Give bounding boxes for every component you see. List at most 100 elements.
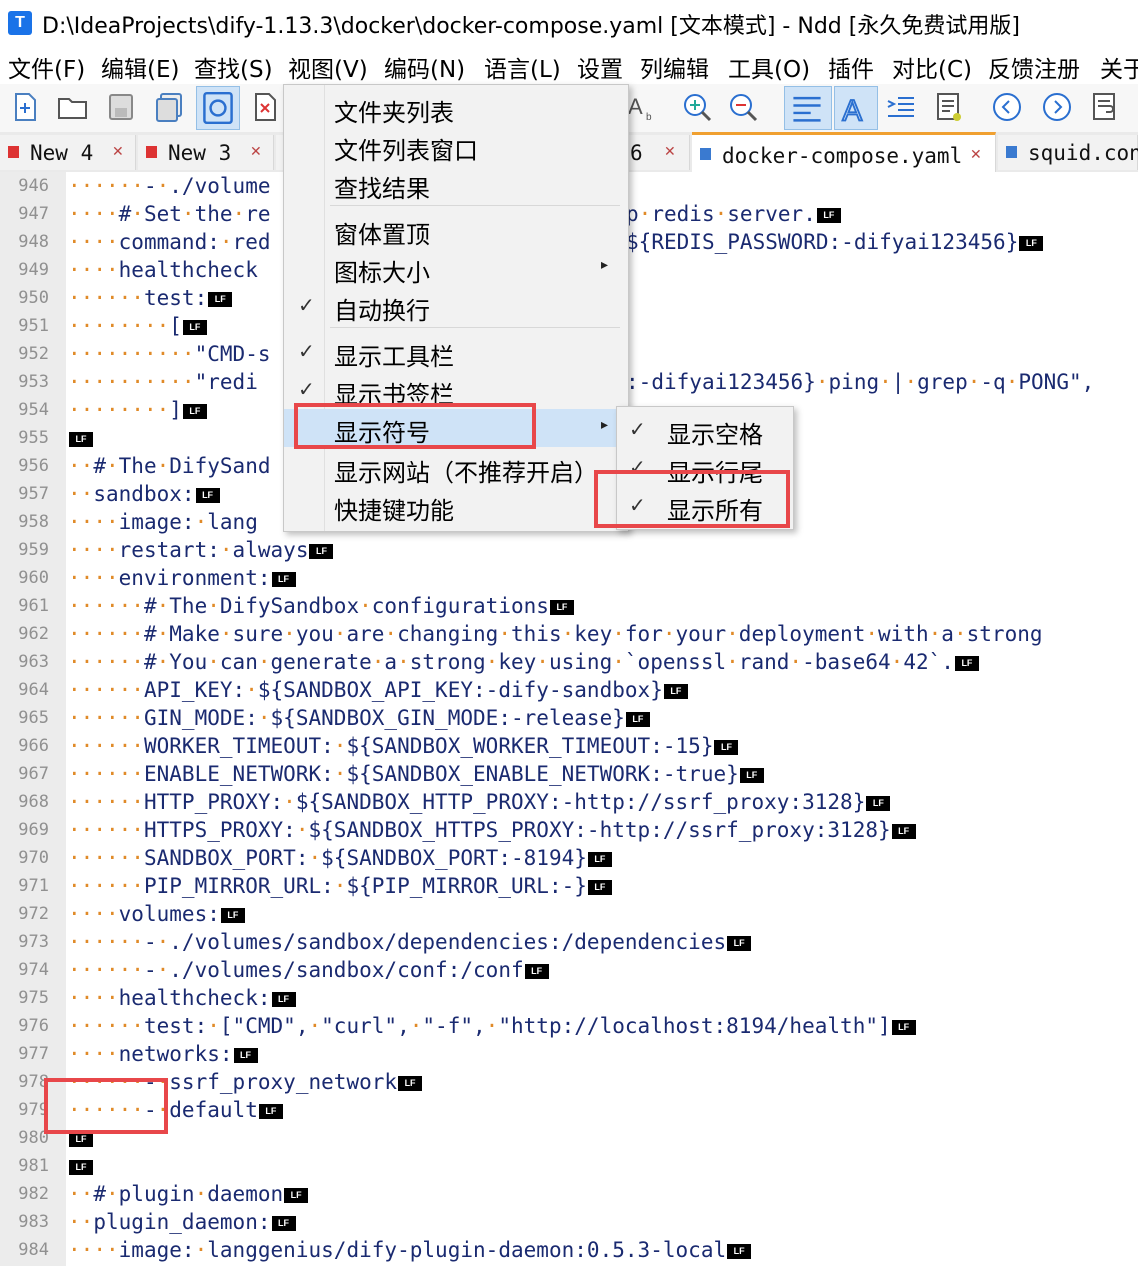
menu-tools[interactable]: 工具(O)	[728, 50, 810, 84]
code-text: ··sandbox:	[68, 482, 195, 506]
menu-item-find-results[interactable]: 查找结果	[284, 165, 628, 203]
line-number: 956	[18, 456, 49, 476]
menu-item-auto-wrap[interactable]: ✓ 自动换行	[284, 287, 628, 325]
menu-separator	[330, 327, 620, 328]
close-file-icon[interactable]	[248, 90, 282, 124]
word-wrap-icon[interactable]	[784, 86, 832, 130]
menu-about[interactable]: 关于	[1100, 50, 1138, 84]
code-line: ······-·./volumes/sandbox/conf:/conf LF	[68, 956, 549, 984]
close-icon[interactable]: ✕	[664, 144, 676, 160]
code-line: ······SANDBOX_PORT:·${SANDBOX_PORT:-8194…	[68, 844, 612, 872]
line-number: 957	[18, 484, 49, 504]
menu-file[interactable]: 文件(F)	[8, 50, 85, 84]
code-text: ····image:·langgenius/dify-plugin-daemon…	[68, 1238, 727, 1262]
menu-compare[interactable]: 对比(C)	[892, 50, 972, 84]
menu-item-window-on-top[interactable]: 窗体置顶	[284, 211, 628, 249]
menu-separator	[330, 205, 620, 206]
code-text: ····restart:·always	[68, 538, 309, 562]
menu-find[interactable]: 查找(S)	[194, 50, 273, 84]
code-line: ····restart:·always LF	[68, 536, 334, 564]
tab-label: 6	[630, 141, 643, 165]
menu-plugins[interactable]: 插件	[828, 50, 874, 84]
line-number: 974	[18, 960, 49, 980]
menu-item-label: 显示工具栏	[334, 343, 454, 371]
code-text: ········]	[68, 398, 182, 422]
tab-label: New 3	[168, 141, 232, 165]
line-number: 962	[18, 624, 49, 644]
line-number: 983	[18, 1212, 49, 1232]
line-feed-symbol: LF	[182, 319, 207, 335]
menu-item-show-toolbar[interactable]: ✓ 显示工具栏	[284, 333, 628, 371]
code-line: ······HTTPS_PROXY:·${SANDBOX_HTTPS_PROXY…	[68, 816, 916, 844]
code-line: ······#·Make·sure·you·are·changing·this·…	[68, 620, 1043, 648]
code-text: ······ENABLE_NETWORK:·${SANDBOX_ENABLE_N…	[68, 762, 739, 786]
new-file-icon[interactable]	[8, 90, 42, 124]
close-icon[interactable]: ✕	[112, 144, 124, 160]
menu-item-file-list-window[interactable]: 文件列表窗口	[284, 127, 628, 165]
show-symbols-icon[interactable]: A	[834, 86, 878, 130]
line-number: 960	[18, 568, 49, 588]
line-number: 968	[18, 792, 49, 812]
save-icon[interactable]	[104, 90, 138, 124]
line-feed-symbol: LF	[233, 1047, 258, 1063]
tab-docker-compose[interactable]: docker-compose.yaml ✕	[692, 132, 996, 172]
nav-back-icon[interactable]	[990, 90, 1024, 124]
menu-item-icon-size[interactable]: 图标大小 ▸	[284, 249, 628, 287]
menu-edit[interactable]: 编辑(E)	[101, 50, 179, 84]
line-feed-symbol: LF	[739, 767, 764, 783]
line-number: 969	[18, 820, 49, 840]
code-text: ··plugin_daemon:	[68, 1210, 271, 1234]
line-number: 961	[18, 596, 49, 616]
code-line: ··········"CMD-s	[68, 340, 271, 368]
menu-encoding[interactable]: 编码(N)	[384, 50, 465, 84]
tab-new-4[interactable]: New 4 ✕	[0, 135, 136, 170]
close-icon[interactable]: ✕	[250, 144, 262, 160]
line-feed-symbol: LF	[271, 991, 296, 1007]
code-line: ····networks: LF	[68, 1040, 258, 1068]
menu-settings[interactable]: 设置	[577, 50, 623, 84]
menu-language[interactable]: 语言(L)	[484, 50, 561, 84]
indent-icon[interactable]	[884, 90, 918, 124]
menu-view[interactable]: 视图(V)	[288, 50, 368, 84]
code-line: ······-·./volumes/sandbox/dependencies:/…	[68, 928, 752, 956]
wrap-document-icon[interactable]	[1088, 90, 1122, 124]
code-text: ······GIN_MODE:·${SANDBOX_GIN_MODE:-rele…	[68, 706, 625, 730]
menu-feedback[interactable]: 反馈注册	[988, 50, 1080, 84]
line-number: 981	[18, 1156, 49, 1176]
document-icon[interactable]	[932, 90, 966, 124]
file-unsaved-icon	[146, 146, 157, 158]
auto-save-icon[interactable]	[196, 86, 240, 130]
submenu-item-show-spaces[interactable]: ✓ 显示空格	[617, 411, 793, 449]
menu-item-show-website[interactable]: 显示网站（不推荐开启）	[284, 449, 628, 487]
line-feed-symbol: LF	[220, 907, 245, 923]
line-feed-symbol: LF	[663, 683, 688, 699]
line-feed-symbol: LF	[727, 1243, 752, 1259]
menu-item-shortcut-functions[interactable]: 快捷键功能	[284, 487, 628, 525]
zoom-in-icon[interactable]	[680, 90, 714, 124]
file-unsaved-icon	[8, 146, 19, 158]
menu-item-folder-list[interactable]: 文件夹列表	[284, 89, 628, 127]
code-text: ${REDIS_PASSWORD:-difyai123456}	[626, 230, 1019, 254]
nav-forward-icon[interactable]	[1040, 90, 1074, 124]
font-style-icon[interactable]: Ab	[628, 90, 662, 124]
menu-item-label: 显示网站（不推荐开启）	[334, 459, 598, 487]
line-number: 965	[18, 708, 49, 728]
code-text: ··········"CMD-s	[68, 342, 271, 366]
close-icon[interactable]: ✕	[970, 147, 982, 163]
line-feed-symbol: LF	[727, 935, 752, 951]
code-line: LF	[68, 424, 93, 452]
highlight-box-show-all	[594, 470, 790, 528]
line-number: 951	[18, 316, 49, 336]
tab-new-3[interactable]: New 3 ✕	[138, 135, 274, 170]
line-feed-symbol: LF	[587, 851, 612, 867]
code-text: ····healthcheck:	[68, 986, 271, 1010]
open-folder-icon[interactable]	[56, 90, 90, 124]
line-number: 955	[18, 428, 49, 448]
code-line: ··plugin_daemon: LF	[68, 1208, 296, 1236]
zoom-out-icon[interactable]	[726, 90, 760, 124]
check-icon: ✓	[298, 339, 315, 363]
tab-squid-conf[interactable]: squid.conf	[998, 135, 1138, 170]
save-all-icon[interactable]	[152, 90, 186, 124]
line-feed-symbol: LF	[524, 963, 549, 979]
menu-column-edit[interactable]: 列编辑	[640, 50, 709, 84]
